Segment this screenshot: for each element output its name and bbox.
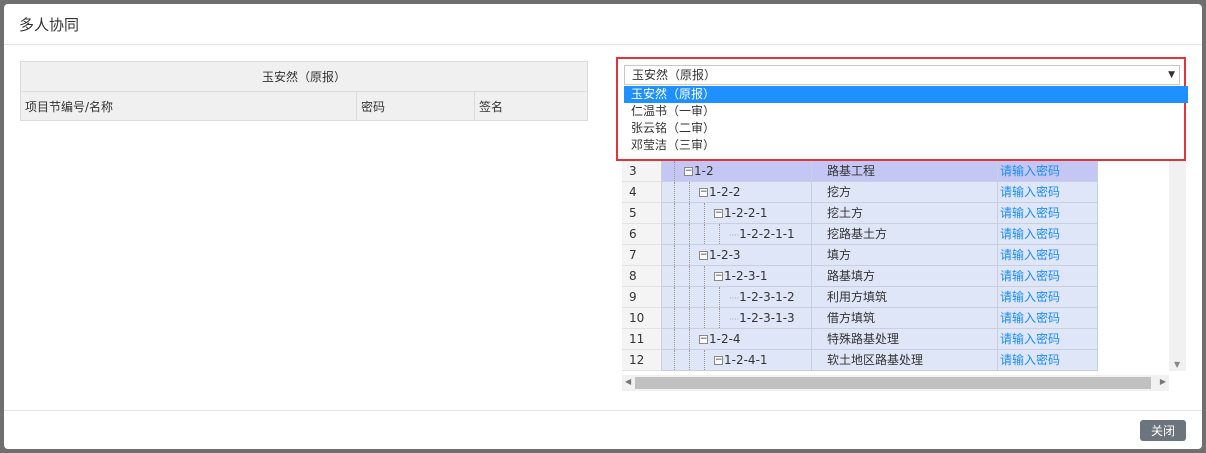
tree-node-code: −1-2 — [662, 161, 812, 182]
vertical-scrollbar[interactable]: ▼ — [1169, 161, 1186, 371]
row-number: 5 — [622, 203, 662, 224]
dropdown-arrow-icon[interactable]: ▼ — [1168, 66, 1175, 84]
reviewer-option[interactable]: 邓莹洁（三审） — [624, 137, 1188, 154]
enter-password-link[interactable]: 请输入密码 — [998, 203, 1098, 224]
leaf-connector-icon: ···· — [729, 294, 740, 303]
scrollbar-thumb[interactable] — [635, 377, 1151, 389]
collapse-toggle-icon[interactable]: − — [699, 188, 708, 197]
tree-node-code: −1-2-4-1 — [662, 350, 812, 371]
tree-node-code-text: 1-2-3 — [709, 248, 741, 262]
collaboration-modal: 多人协同 玉安然（原报） 项目节编号/名称 密码 签名 3 −1-2 路基工程 请输入… — [4, 4, 1202, 449]
tree-node-code: −1-2-3 — [662, 245, 812, 266]
enter-password-link[interactable]: 请输入密码 — [998, 350, 1098, 371]
tree-node-code-text: 1-2-2-1-1 — [739, 227, 795, 241]
row-number: 10 — [622, 308, 662, 329]
reviewer-options-list: 玉安然（原报） 仁温书（一审） 张云铭（二审） 邓莹洁（三审） — [624, 86, 1188, 154]
enter-password-link[interactable]: 请输入密码 — [998, 287, 1098, 308]
tree-node-code-text: 1-2-4 — [709, 332, 741, 346]
tree-node-code: −1-2-3-1 — [662, 266, 812, 287]
scroll-right-icon[interactable]: ▶ — [1160, 377, 1166, 386]
table-group-header: 玉安然（原报） — [20, 61, 588, 92]
enter-password-link[interactable]: 请输入密码 — [998, 224, 1098, 245]
enter-password-link[interactable]: 请输入密码 — [998, 308, 1098, 329]
tree-node-code-text: 1-2-3-1 — [724, 269, 768, 283]
tree-node-code: ····1-2-2-1-1 — [662, 224, 812, 245]
row-number: 6 — [622, 224, 662, 245]
enter-password-link[interactable]: 请输入密码 — [998, 266, 1098, 287]
tree-node-name: 利用方填筑 — [812, 287, 998, 308]
signature-table: 玉安然（原报） 项目节编号/名称 密码 签名 — [20, 61, 588, 121]
row-number: 4 — [622, 182, 662, 203]
enter-password-link[interactable]: 请输入密码 — [998, 182, 1098, 203]
tree-node-name: 软土地区路基处理 — [812, 350, 998, 371]
enter-password-link[interactable]: 请输入密码 — [998, 329, 1098, 350]
tree-row[interactable]: 5 −1-2-2-1 挖土方 请输入密码 — [622, 203, 1169, 224]
tree-node-name: 路基填方 — [812, 266, 998, 287]
row-number: 12 — [622, 350, 662, 371]
tree-node-code: ····1-2-3-1-3 — [662, 308, 812, 329]
leaf-connector-icon: ···· — [729, 231, 740, 240]
tree-row[interactable]: 11 −1-2-4 特殊路基处理 请输入密码 — [622, 329, 1169, 350]
reviewer-select[interactable]: 玉安然（原报） ▼ — [624, 65, 1180, 85]
enter-password-link[interactable]: 请输入密码 — [998, 161, 1098, 182]
reviewer-dropdown-highlight: 玉安然（原报） ▼ 玉安然（原报） 仁温书（一审） 张云铭（二审） 邓莹洁（三审） — [616, 57, 1188, 161]
tree-node-code: −1-2-4 — [662, 329, 812, 350]
scroll-left-icon[interactable]: ◀ — [625, 377, 631, 386]
row-number: 3 — [622, 161, 662, 182]
tree-row[interactable]: 6 ····1-2-2-1-1 挖路基土方 请输入密码 — [622, 224, 1169, 245]
tree-node-code: −1-2-2 — [662, 182, 812, 203]
enter-password-link[interactable]: 请输入密码 — [998, 245, 1098, 266]
tree-node-code-text: 1-2-3-1-3 — [739, 311, 795, 325]
tree-row[interactable]: 12 −1-2-4-1 软土地区路基处理 请输入密码 — [622, 350, 1169, 371]
tree-row[interactable]: 7 −1-2-3 填方 请输入密码 — [622, 245, 1169, 266]
tree-node-code-text: 1-2-2 — [709, 185, 741, 199]
collapse-toggle-icon[interactable]: − — [714, 272, 723, 281]
tree-node-code-text: 1-2-4-1 — [724, 353, 768, 367]
tree-node-code-text: 1-2-3-1-2 — [739, 290, 795, 304]
collapse-toggle-icon[interactable]: − — [699, 251, 708, 260]
collapse-toggle-icon[interactable]: − — [699, 335, 708, 344]
close-button[interactable]: 关闭 — [1140, 420, 1186, 441]
modal-header: 多人协同 — [4, 4, 1202, 45]
tree-node-name: 借方填筑 — [812, 308, 998, 329]
row-number: 9 — [622, 287, 662, 308]
review-panel: 3 −1-2 路基工程 请输入密码 4 −1-2-2 挖方 请输入密码 5 −1-2-2-1 挖土方… — [616, 57, 1188, 394]
modal-footer: 关闭 — [4, 410, 1202, 449]
reviewer-option[interactable]: 仁温书（一审） — [624, 103, 1188, 120]
scroll-down-icon[interactable]: ▼ — [1174, 360, 1180, 369]
tree-node-name: 路基工程 — [812, 161, 998, 182]
tree-node-code-text: 1-2 — [694, 164, 714, 178]
tree-row[interactable]: 4 −1-2-2 挖方 请输入密码 — [622, 182, 1169, 203]
collapse-toggle-icon[interactable]: − — [714, 209, 723, 218]
row-number: 8 — [622, 266, 662, 287]
row-number: 11 — [622, 329, 662, 350]
column-header-password: 密码 — [356, 91, 475, 121]
tree-node-code-text: 1-2-2-1 — [724, 206, 768, 220]
column-header-item: 项目节编号/名称 — [20, 91, 357, 121]
collapse-toggle-icon[interactable]: − — [714, 356, 723, 365]
row-number: 7 — [622, 245, 662, 266]
tree-row[interactable]: 10 ····1-2-3-1-3 借方填筑 请输入密码 — [622, 308, 1169, 329]
reviewer-select-value: 玉安然（原报） — [632, 68, 717, 82]
horizontal-scrollbar[interactable]: ◀ ▶ — [622, 375, 1169, 391]
reviewer-option[interactable]: 玉安然（原报） — [624, 86, 1188, 103]
tree-row[interactable]: 3 −1-2 路基工程 请输入密码 — [622, 161, 1169, 182]
modal-title: 多人协同 — [19, 15, 80, 34]
leaf-connector-icon: ···· — [729, 315, 740, 324]
tree-node-name: 特殊路基处理 — [812, 329, 998, 350]
column-header-signature: 签名 — [474, 91, 588, 121]
reviewer-option[interactable]: 张云铭（二审） — [624, 120, 1188, 137]
tree-row[interactable]: 8 −1-2-3-1 路基填方 请输入密码 — [622, 266, 1169, 287]
tree-node-name: 挖方 — [812, 182, 998, 203]
tree-row[interactable]: 9 ····1-2-3-1-2 利用方填筑 请输入密码 — [622, 287, 1169, 308]
collapse-toggle-icon[interactable]: − — [684, 167, 693, 176]
tree-node-name: 挖路基土方 — [812, 224, 998, 245]
tree-node-name: 挖土方 — [812, 203, 998, 224]
tree-node-name: 填方 — [812, 245, 998, 266]
tree-node-code: ····1-2-3-1-2 — [662, 287, 812, 308]
tree-node-code: −1-2-2-1 — [662, 203, 812, 224]
item-tree-grid: 3 −1-2 路基工程 请输入密码 4 −1-2-2 挖方 请输入密码 5 −1-2-2-1 挖土方… — [622, 161, 1169, 371]
